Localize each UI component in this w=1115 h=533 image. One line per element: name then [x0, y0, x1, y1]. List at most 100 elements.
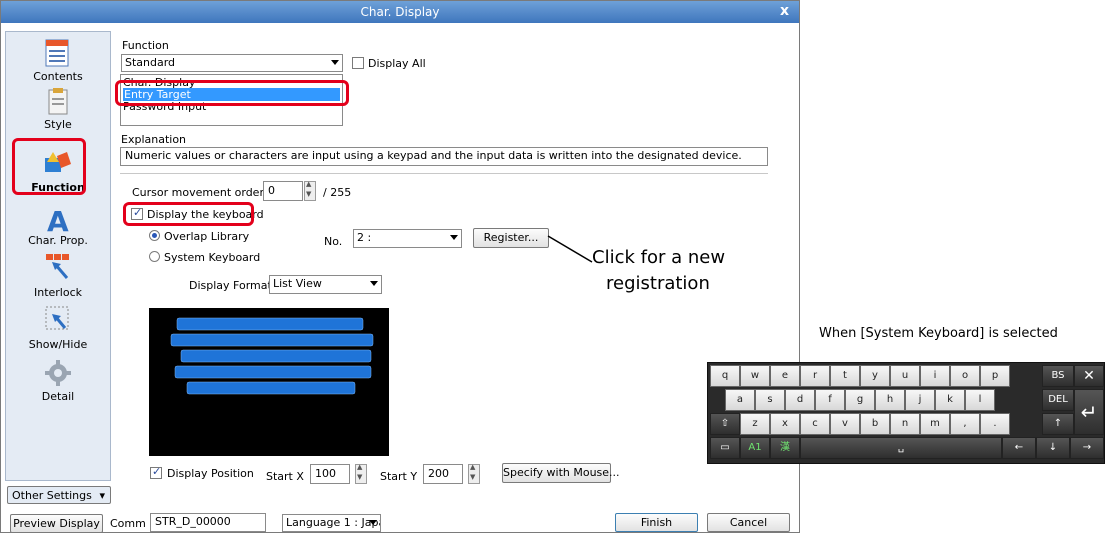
overlap-library-radio[interactable]	[149, 230, 160, 241]
sidebar-item-style[interactable]: Style	[6, 118, 110, 131]
finish-button[interactable]: Finish	[615, 513, 698, 532]
key: p	[980, 365, 1010, 387]
divider	[120, 173, 768, 174]
cursor-order-stepper[interactable]	[304, 180, 316, 201]
show-hide-icon[interactable]	[43, 304, 73, 332]
key: l	[965, 389, 995, 411]
key: j	[905, 389, 935, 411]
shift-icon: ⇧	[710, 413, 740, 435]
explanation-text: Numeric values or characters are input u…	[120, 147, 768, 166]
close-icon[interactable]: x	[780, 3, 789, 19]
keyboard-preview-image	[149, 308, 389, 456]
register-note-line1: Click for a new	[592, 247, 726, 268]
arrow-up-icon: ↑	[1042, 413, 1074, 435]
display-position-label: Display Position	[167, 467, 254, 480]
cursor-order-label: Cursor movement order	[132, 186, 264, 199]
key-del: DEL	[1042, 389, 1074, 411]
register-button[interactable]: Register...	[473, 228, 549, 248]
sidebar: Contents Style Function A Char. Prop. In…	[5, 31, 111, 481]
library-no-value: 2 :	[357, 231, 372, 244]
function-select-value: Standard	[125, 56, 176, 69]
key: y	[860, 365, 890, 387]
start-x-label: Start X	[266, 470, 304, 483]
key: ,	[950, 413, 980, 435]
chevron-down-icon	[369, 520, 377, 525]
key: g	[845, 389, 875, 411]
contents-icon[interactable]	[43, 38, 73, 67]
library-no-select[interactable]: 2 :	[353, 229, 462, 248]
start-y-input[interactable]: 200	[423, 464, 463, 484]
overlap-library-label: Overlap Library	[164, 230, 250, 243]
chevron-down-icon: ▾	[99, 489, 105, 502]
key: i	[920, 365, 950, 387]
start-y-stepper[interactable]	[468, 463, 480, 484]
function-label: Function	[122, 39, 169, 52]
detail-icon[interactable]	[43, 358, 73, 386]
sidebar-item-detail[interactable]: Detail	[6, 390, 110, 403]
preview-display-button[interactable]: Preview Display	[10, 514, 103, 533]
display-all-label: Display All	[368, 57, 426, 70]
style-icon[interactable]	[43, 86, 73, 115]
comm-label: Comm	[110, 517, 146, 530]
keyboard-preview-keys	[170, 317, 374, 395]
display-all-checkbox[interactable]	[352, 57, 364, 69]
register-note-line2: registration	[606, 273, 710, 294]
sidebar-item-interlock[interactable]: Interlock	[6, 286, 110, 299]
display-format-value: List View	[273, 277, 322, 290]
sidebar-item-contents[interactable]: Contents	[6, 70, 110, 83]
key: z	[740, 413, 770, 435]
cancel-button[interactable]: Cancel	[707, 513, 790, 532]
comm-input[interactable]: STR_D_00000	[150, 513, 266, 532]
chevron-down-icon	[370, 281, 378, 286]
key: x	[770, 413, 800, 435]
system-keyboard-note: When [System Keyboard] is selected	[819, 326, 1058, 341]
close-icon: ✕	[1074, 365, 1104, 387]
key: s	[755, 389, 785, 411]
system-keyboard-radio[interactable]	[149, 251, 160, 262]
arrow-right-icon: →	[1070, 437, 1104, 459]
start-y-label: Start Y	[380, 470, 418, 483]
key: v	[830, 413, 860, 435]
system-keyboard-label: System Keyboard	[164, 251, 261, 264]
chevron-down-icon	[331, 60, 339, 65]
cursor-order-input[interactable]: 0	[263, 181, 303, 201]
key: h	[875, 389, 905, 411]
dialog-title: Char. Display	[360, 5, 440, 19]
sidebar-item-show-hide[interactable]: Show/Hide	[6, 338, 110, 351]
other-settings-button[interactable]: Other Settings ▾	[7, 486, 111, 504]
key: o	[950, 365, 980, 387]
system-keyboard-image: q w e r t y u i o p BS ✕ a s d f g h j k…	[707, 362, 1105, 464]
language-select[interactable]: Language 1 : Japanese Go	[282, 514, 381, 532]
callout-line	[547, 235, 593, 263]
display-format-select[interactable]: List View	[269, 275, 382, 294]
start-x-input[interactable]: 100	[310, 464, 350, 484]
sidebar-item-char-prop[interactable]: Char. Prop.	[6, 234, 110, 247]
arrow-left-icon: ←	[1002, 437, 1036, 459]
key-a1: A1	[740, 437, 770, 459]
space-icon: ␣	[800, 437, 1002, 459]
function-select[interactable]: Standard	[121, 54, 343, 72]
entry-target-highlight	[115, 80, 349, 106]
key: a	[725, 389, 755, 411]
specify-with-mouse-button[interactable]: Specify with Mouse...	[502, 463, 620, 483]
start-x-stepper[interactable]	[355, 463, 367, 484]
key: e	[770, 365, 800, 387]
chevron-down-icon	[450, 235, 458, 240]
language-value: Language 1 : Japanese Go	[286, 516, 380, 529]
interlock-icon[interactable]	[43, 252, 73, 280]
key: m	[920, 413, 950, 435]
svg-text:A: A	[47, 205, 69, 234]
key: d	[785, 389, 815, 411]
char-prop-icon[interactable]: A	[43, 204, 73, 238]
key: u	[890, 365, 920, 387]
key: k	[935, 389, 965, 411]
arrow-down-icon: ↓	[1036, 437, 1070, 459]
key-bs: BS	[1042, 365, 1074, 387]
key: t	[830, 365, 860, 387]
explanation-label: Explanation	[121, 133, 187, 146]
key: f	[815, 389, 845, 411]
display-format-label: Display Format	[189, 279, 272, 292]
title-bar: Char. Display x	[1, 1, 799, 23]
display-keyboard-highlight	[123, 202, 254, 226]
display-position-checkbox[interactable]	[150, 465, 162, 479]
